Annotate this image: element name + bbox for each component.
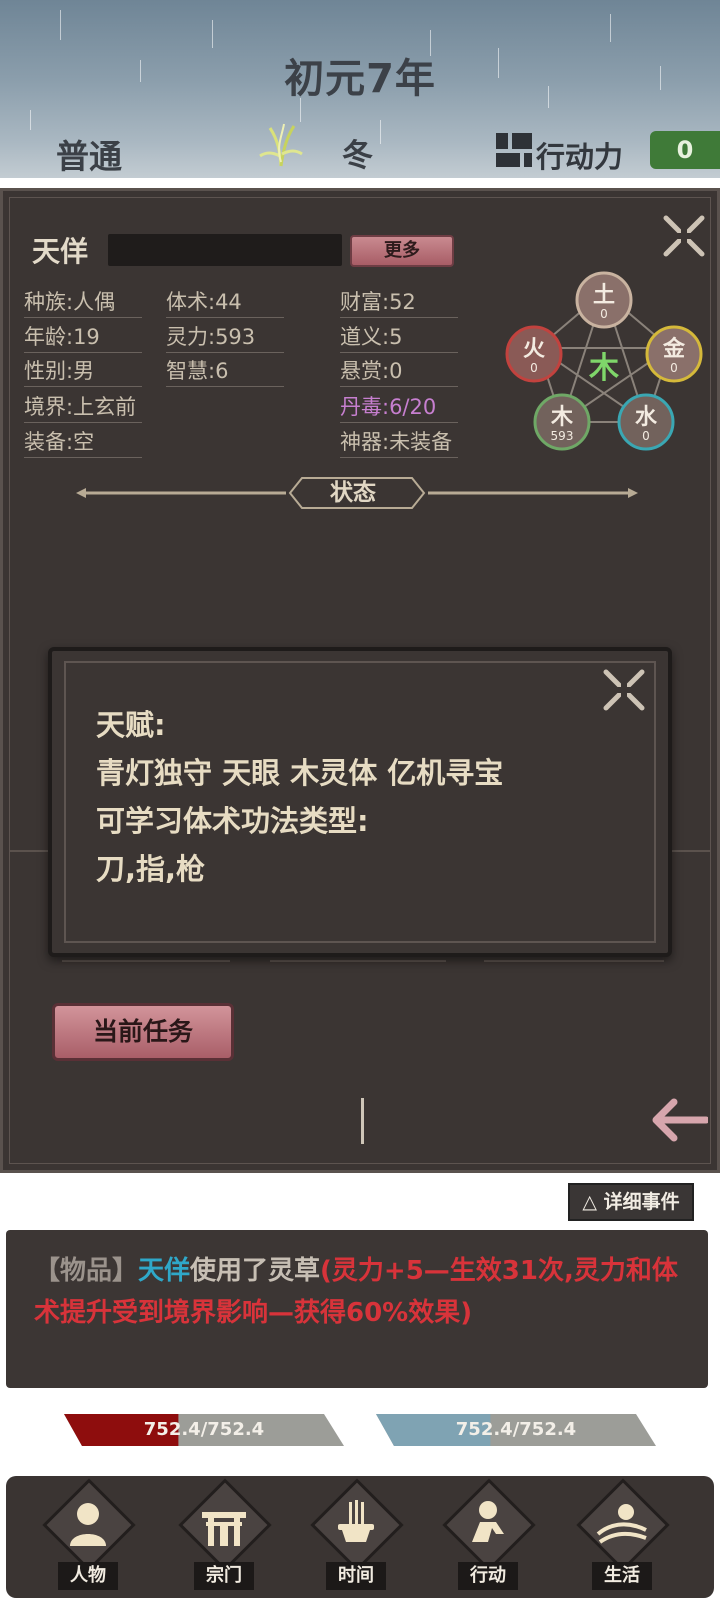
season-label: 冬 [342, 138, 373, 174]
gate-icon [202, 1512, 246, 1546]
svg-text:0: 0 [530, 361, 538, 375]
person-icon [70, 1503, 106, 1546]
close-icon[interactable] [662, 214, 706, 258]
stat-age: 年龄:19 [24, 321, 142, 353]
nav-label: 人物 [58, 1562, 118, 1590]
life-icon [596, 1504, 647, 1544]
bg-divider [484, 960, 664, 962]
season-plant-icon [259, 123, 303, 167]
year-title: 初元7年 [284, 56, 436, 102]
popup-close-icon[interactable] [602, 668, 646, 712]
nav-label: 宗门 [194, 1562, 254, 1590]
element-earth: 土 0 [575, 271, 633, 329]
bg-divider [62, 960, 230, 962]
status-label: 状态 [330, 480, 376, 506]
event-actor: 天佯 [138, 1256, 191, 1286]
character-name: 天佯 [32, 235, 89, 268]
event-action: 使用了灵草 [190, 1256, 321, 1286]
name-bar [108, 234, 342, 266]
stat-gender: 性别:男 [24, 355, 142, 387]
stat-body-art: 体术:44 [166, 286, 284, 318]
stat-bounty: 悬赏:0 [340, 355, 458, 387]
svg-text:水: 水 [635, 405, 658, 430]
bg-divider [672, 850, 710, 852]
event-entry: 【物品】天佯使用了灵草(灵力+5—生效31次,灵力和体术提升受到境界影响—获得6… [34, 1250, 694, 1334]
event-tag: 【物品】 [34, 1256, 139, 1286]
stat-race: 种族:人偶 [24, 286, 142, 318]
element-water: 水 0 [617, 393, 675, 451]
nav-sect[interactable]: 宗门 [176, 1478, 272, 1590]
talent-heading: 天赋: [96, 708, 166, 742]
svg-text:593: 593 [551, 429, 574, 443]
action-points-label: 行动力 [536, 140, 624, 174]
stat-artifact: 神器:未装备 [340, 426, 458, 458]
element-fire: 火 0 [505, 325, 563, 383]
five-elements-diagram: 土 0 火 0 金 0 木 593 水 0 木 [505, 271, 703, 451]
back-arrow-icon[interactable] [650, 1098, 708, 1142]
mp-text: 752.4/752.4 [455, 1419, 577, 1440]
svg-text:金: 金 [662, 336, 686, 362]
svg-text:0: 0 [642, 429, 650, 443]
hp-text: 752.4/752.4 [143, 1419, 265, 1440]
current-task-button[interactable]: 当前任务 [52, 1003, 234, 1061]
bottom-nav: 人物 宗门 时间 行动 生活 [6, 1476, 714, 1598]
nav-time[interactable]: 时间 [308, 1478, 404, 1590]
stat-pill-poison: 丹毒:6/20 [340, 391, 458, 423]
element-wood: 木 593 [533, 393, 591, 451]
svg-text:0: 0 [670, 361, 678, 375]
mp-bar: 752.4/752.4 [376, 1414, 656, 1446]
stat-morality: 道义:5 [340, 321, 458, 353]
svg-text:土: 土 [593, 283, 615, 308]
nav-label: 行动 [458, 1562, 518, 1590]
bg-divider [10, 850, 50, 852]
action-icon [472, 1501, 504, 1542]
stat-realm: 境界:上玄前 [24, 391, 142, 423]
svg-text:木: 木 [550, 405, 574, 430]
nav-label: 时间 [326, 1562, 386, 1590]
nav-life[interactable]: 生活 [574, 1478, 670, 1590]
technique-list: 刀,指,枪 [96, 852, 206, 886]
bg-divider [270, 960, 446, 962]
svg-text:0: 0 [600, 307, 608, 321]
svg-text:火: 火 [523, 337, 545, 362]
nav-label: 生活 [592, 1562, 652, 1590]
hp-bar: 752.4/752.4 [64, 1414, 344, 1446]
detail-events-button[interactable]: △ 详细事件 [568, 1183, 694, 1221]
scroll-indicator [361, 1098, 364, 1144]
stat-wealth: 财富:52 [340, 286, 458, 318]
stat-wisdom: 智慧:6 [166, 355, 284, 387]
event-log: 【物品】天佯使用了灵草(灵力+5—生效31次,灵力和体术提升受到境界影响—获得6… [6, 1230, 708, 1388]
action-points-value: 0 [650, 131, 720, 169]
talent-list: 青灯独守 天眼 木灵体 亿机寻宝 [96, 756, 504, 790]
action-points-icon [496, 133, 532, 167]
more-button[interactable]: 更多 [350, 235, 454, 267]
nav-action[interactable]: 行动 [440, 1478, 536, 1590]
nav-person[interactable]: 人物 [40, 1478, 136, 1590]
element-metal: 金 0 [645, 325, 703, 383]
technique-heading: 可学习体术功法类型: [96, 804, 369, 838]
stat-spirit: 灵力:593 [166, 321, 284, 353]
difficulty-label: 普通 [56, 137, 122, 176]
stat-equipment: 装备:空 [24, 426, 142, 458]
incense-icon [338, 1500, 374, 1542]
element-center: 木 [588, 351, 619, 386]
